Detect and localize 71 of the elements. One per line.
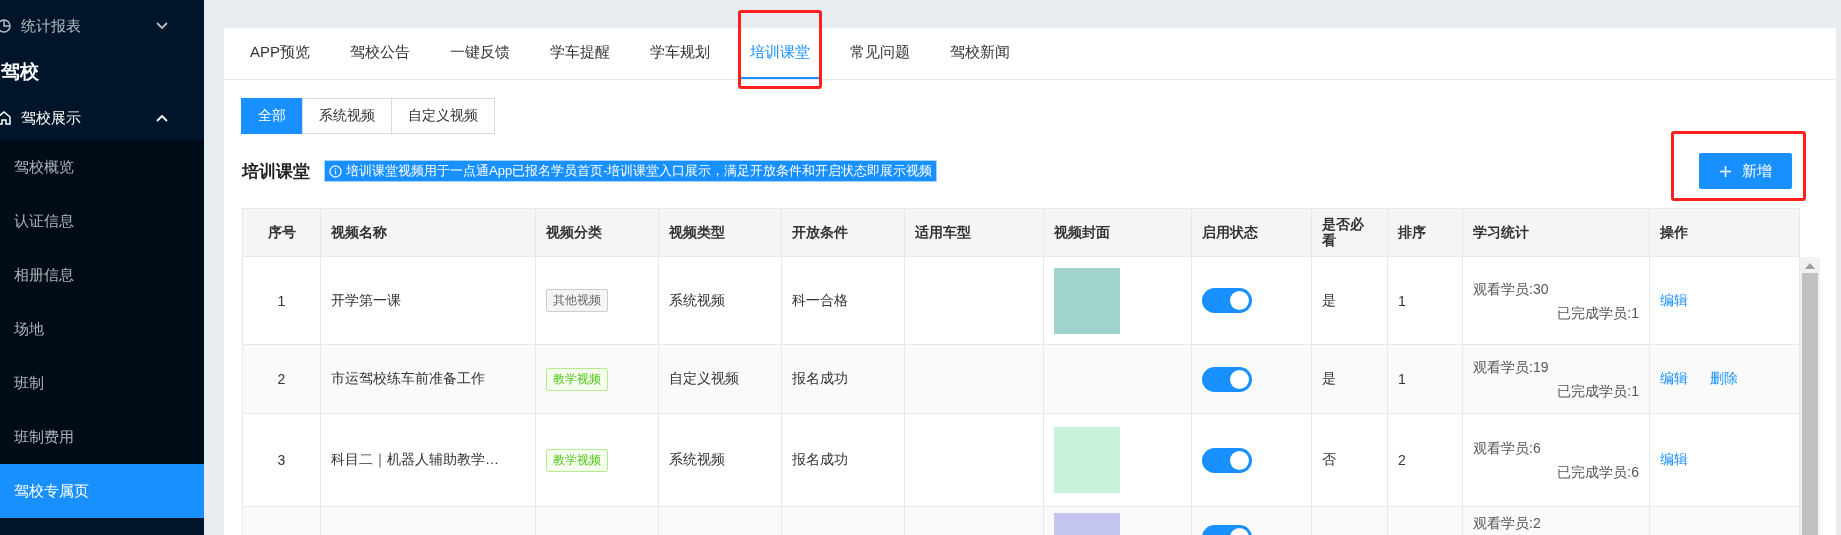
table-cell: 1	[277, 292, 286, 309]
filter-button[interactable]: 系统视频	[302, 98, 392, 134]
table-cell: 是	[1322, 370, 1336, 386]
finished-count: 已完成学员:1	[1556, 382, 1639, 401]
table-cell: 科一合格	[792, 291, 848, 308]
column-header: 开放条件	[781, 208, 905, 257]
column-header: 视频封面	[1043, 208, 1192, 257]
column-header: 学习统计	[1462, 208, 1650, 257]
table-cell: 报名成功	[792, 370, 848, 386]
table-cell: 是	[1322, 291, 1336, 308]
info-icon	[329, 164, 342, 178]
table-cell: 自定义视频	[669, 370, 739, 386]
table-cell: 报名成功	[792, 451, 848, 467]
finished-count: 已完成学员:6	[1556, 463, 1639, 482]
table-cell: 开学第一课	[331, 291, 401, 308]
table-cell: 1	[1398, 371, 1406, 387]
tab[interactable]: 学车提醒	[540, 28, 620, 79]
tab[interactable]: APP预览	[240, 28, 320, 79]
sidebar-menu[interactable]: 统计报表	[0, 4, 204, 48]
house-icon	[0, 111, 11, 125]
watch-count: 观看学员:19	[1473, 358, 1550, 377]
scroll-up-icon	[1805, 263, 1815, 269]
toggle-switch[interactable]	[1202, 288, 1252, 313]
table-cell: 1	[1398, 292, 1406, 309]
sidebar-menu[interactable]: 驾校展示	[0, 96, 204, 140]
category-tag: 其他视频	[546, 289, 608, 312]
sidebar-item[interactable]: 驾校概览	[0, 140, 204, 194]
watch-count: 观看学员:2	[1473, 514, 1542, 533]
tab[interactable]: 一键反馈	[440, 28, 520, 79]
table-cell: 2	[1398, 452, 1406, 468]
toggle-switch[interactable]	[1202, 366, 1252, 392]
sidebar-item[interactable]: 班制费用	[0, 410, 204, 464]
column-header: 视频名称	[320, 208, 536, 257]
tab[interactable]: 驾校新闻	[940, 28, 1020, 79]
column-header: 排序	[1387, 208, 1463, 257]
plus-icon	[1719, 164, 1732, 178]
table-cell: 系统视频	[669, 291, 725, 308]
pie-chart-icon	[0, 19, 11, 33]
tab[interactable]: 驾校公告	[340, 28, 420, 79]
column-header: 序号	[242, 208, 321, 257]
chevron-icon	[156, 114, 168, 122]
column-header: 是否必看	[1311, 208, 1388, 257]
sidebar-item[interactable]: 场地	[0, 302, 204, 356]
chevron-icon	[156, 22, 168, 30]
column-header: 适用车型	[904, 208, 1044, 257]
column-header: 视频分类	[535, 208, 659, 257]
column-header: 操作	[1649, 208, 1800, 257]
info-notice: 培训课堂视频用于一点通App已报名学员首页-培训课堂入口展示，满足开放条件和开启状态即展示视频	[324, 160, 938, 182]
table-cell: 市运驾校练车前准备工作	[331, 370, 485, 386]
filter-button[interactable]: 自定义视频	[391, 98, 495, 134]
column-header: 启用状态	[1191, 208, 1312, 257]
scrollbar[interactable]	[1800, 257, 1820, 535]
category-tag: 教学视频	[546, 448, 608, 472]
sidebar-item[interactable]: 认证信息	[0, 194, 204, 248]
tab[interactable]: 常见问题	[840, 28, 920, 79]
sidebar-item[interactable]: 相册信息	[0, 248, 204, 302]
category-tag: 教学视频	[546, 367, 608, 391]
watch-count: 观看学员:6	[1473, 439, 1542, 458]
watch-count: 观看学员:30	[1473, 279, 1550, 299]
table-cell: 否	[1322, 451, 1336, 467]
tab[interactable]: 学车规划	[640, 28, 720, 79]
table-cell: 2	[277, 371, 286, 387]
toggle-switch[interactable]	[1202, 447, 1252, 473]
sidebar-item[interactable]: 班制	[0, 356, 204, 410]
finished-count: 已完成学员:1	[1556, 303, 1639, 323]
table-cell: 科目二｜机器人辅助教学…	[331, 451, 499, 467]
section-title: 培训课堂	[242, 160, 310, 183]
column-header: 视频类型	[658, 208, 782, 257]
sidebar-section-title: 驾校	[1, 60, 39, 84]
table-cell: 3	[277, 452, 286, 468]
table-cell: 系统视频	[669, 451, 725, 467]
